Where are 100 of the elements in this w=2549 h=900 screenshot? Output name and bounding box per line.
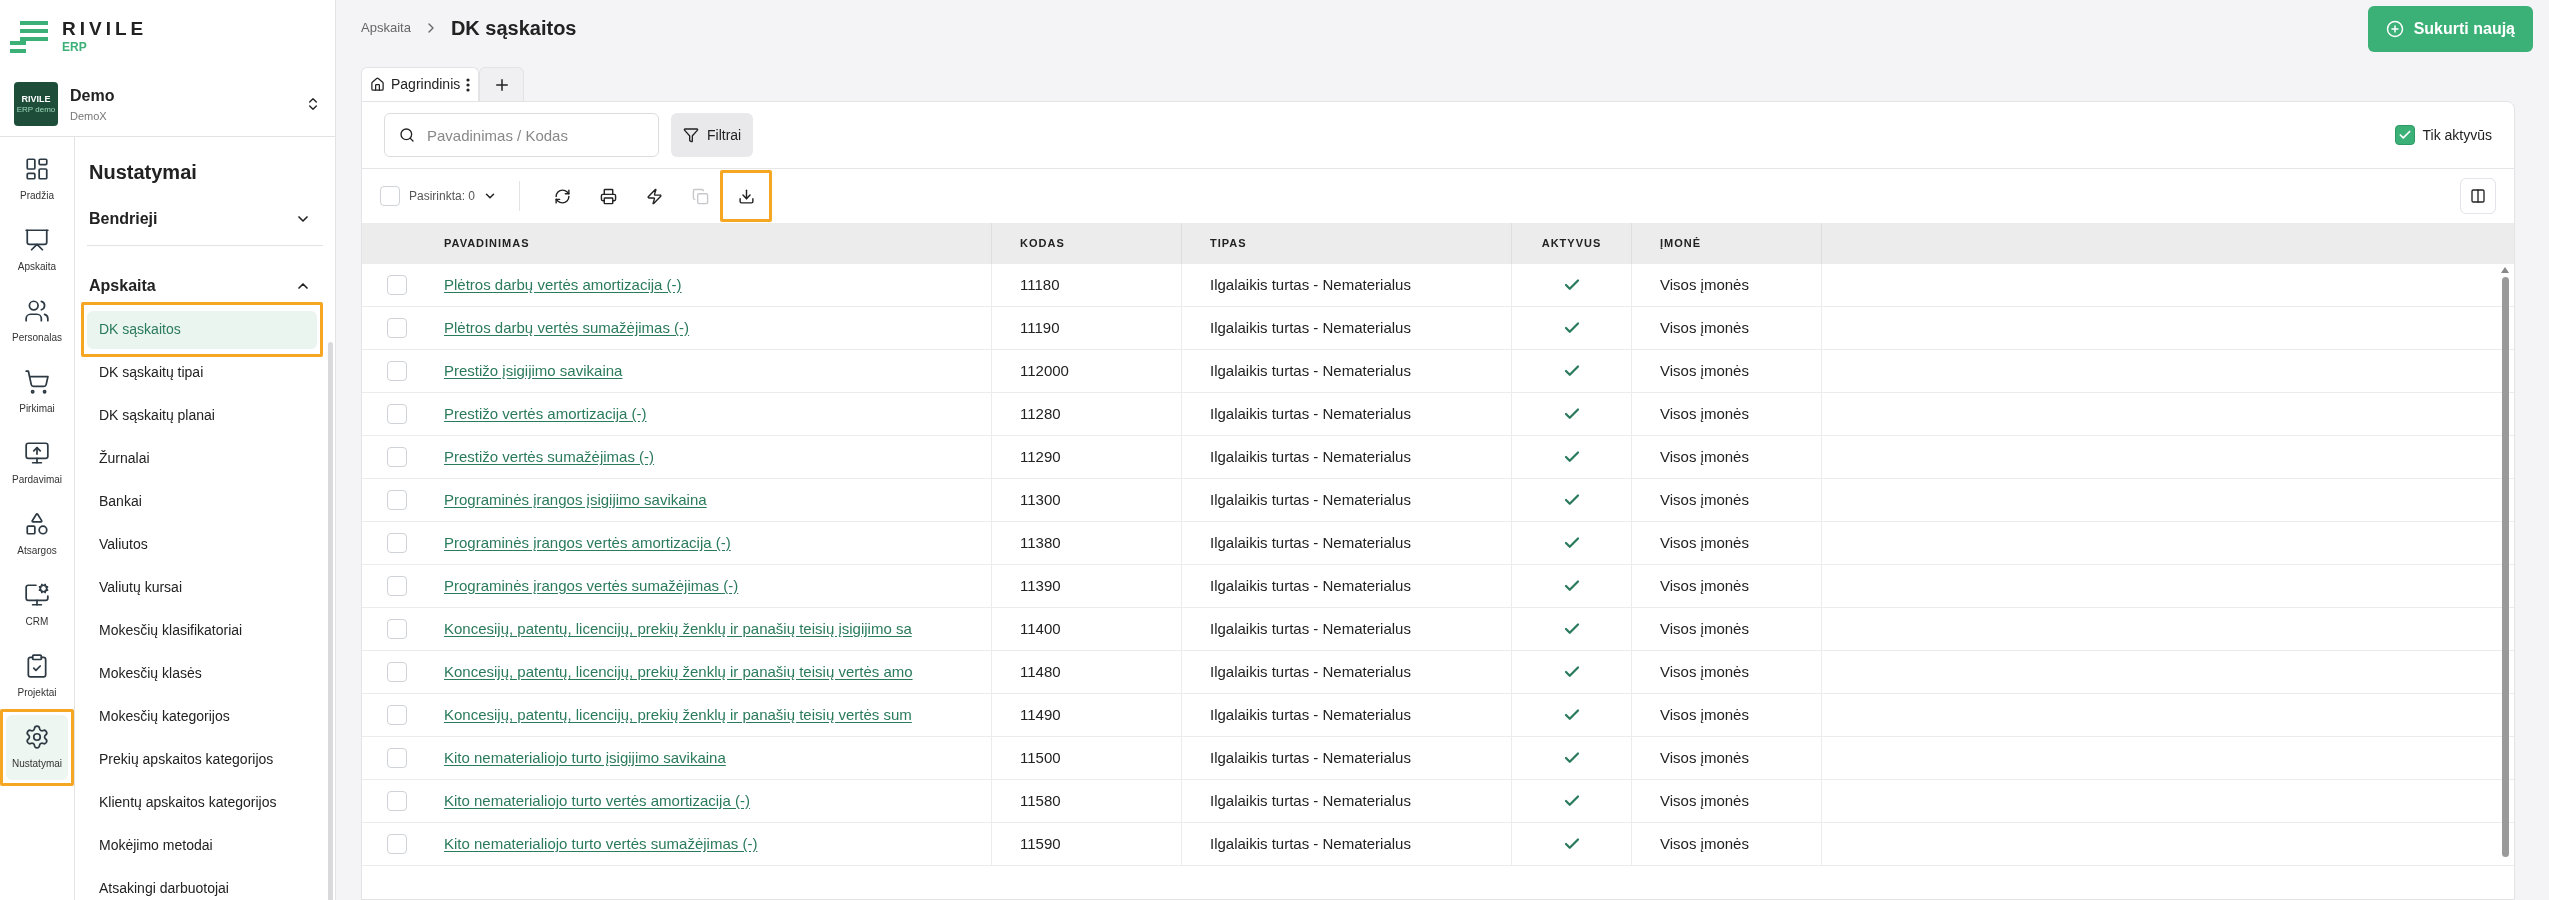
checkbox[interactable] <box>2394 125 2415 145</box>
account-link[interactable]: Prestižo įsigijimo savikaina <box>444 359 623 383</box>
checkbox[interactable] <box>387 490 407 510</box>
account-link[interactable]: Plėtros darbų vertės sumažėjimas (-) <box>444 316 690 340</box>
checkbox[interactable] <box>387 447 407 467</box>
nav-rail-item[interactable]: Atsargos <box>6 502 68 567</box>
submenu-item[interactable]: Mokesčių klasės <box>87 654 317 693</box>
table-cell: Visos įmonės <box>1632 823 1822 865</box>
submenu-item[interactable]: DK sąskaitų planai <box>87 396 317 435</box>
table-cell: Ilgalaikis turtas - Nematerialus <box>1182 436 1512 478</box>
account-link[interactable]: Kito nematerialiojo turto įsigijimo savikaina <box>444 746 726 770</box>
cart-icon <box>24 369 50 395</box>
table-cell: Visos įmonės <box>1632 393 1822 435</box>
checkbox[interactable] <box>387 361 407 381</box>
column-header[interactable]: ĮMONĖ <box>1632 223 1822 264</box>
table-cell: 11180 <box>992 264 1182 306</box>
table-cell: Visos įmonės <box>1632 350 1822 392</box>
search-icon <box>399 127 415 143</box>
submenu-item[interactable]: Mokesčių kategorijos <box>87 697 317 736</box>
submenu-item[interactable]: Klientų apskaitos kategorijos <box>87 783 317 822</box>
account-link[interactable]: Koncesijų, patentų, licencijų, prekių ženklų ir panašių teisių vertės amo <box>444 660 913 684</box>
nav-rail-item[interactable]: Personalas <box>6 289 68 354</box>
lightning-icon <box>645 187 663 205</box>
checkbox[interactable] <box>387 705 407 725</box>
submenu-item[interactable]: Prekių apskaitos kategorijos <box>87 740 317 779</box>
checkbox[interactable] <box>387 533 407 553</box>
submenu-item[interactable]: Mokesčių klasifikatoriai <box>87 611 317 650</box>
filter-icon <box>683 127 699 143</box>
table-cell: 11390 <box>992 565 1182 607</box>
account-link[interactable]: Kito nematerialiojo turto vertės sumažėjimas (-) <box>444 832 758 856</box>
checkbox[interactable] <box>387 275 407 295</box>
column-header[interactable]: AKTYVUS <box>1512 223 1632 264</box>
column-header[interactable]: PAVADINIMAS <box>432 223 992 264</box>
submenu-section[interactable]: Apskaita <box>87 264 323 308</box>
table-cell: 11190 <box>992 307 1182 349</box>
account-link[interactable]: Programinės įrangos vertės sumažėjimas (-) <box>444 574 739 598</box>
more-icon <box>466 77 471 92</box>
checkbox[interactable] <box>387 404 407 424</box>
table-cell: 11500 <box>992 737 1182 779</box>
account-link[interactable]: Programinės įrangos įsigijimo savikaina <box>444 488 707 512</box>
submenu-item[interactable]: Valiutos <box>87 525 317 564</box>
scrollbar[interactable] <box>328 342 333 900</box>
nav-rail-item[interactable]: Projektai <box>6 644 68 709</box>
nav-rail-item[interactable]: Nustatymai <box>6 715 68 780</box>
nav-rail-item[interactable]: Apskaita <box>6 218 68 283</box>
submenu-item[interactable]: Bankai <box>87 482 317 521</box>
printer-icon <box>599 187 617 205</box>
settings-icon <box>24 724 50 750</box>
account-link[interactable]: Plėtros darbų vertės amortizacija (-) <box>444 273 682 297</box>
columns-icon <box>2470 188 2486 204</box>
search-field[interactable]: Pavadinimas / Kodas <box>384 113 659 157</box>
table-cell: Visos įmonės <box>1632 780 1822 822</box>
table-cell: 11580 <box>992 780 1182 822</box>
table-cell: Ilgalaikis turtas - Nematerialus <box>1182 350 1512 392</box>
checkbox[interactable] <box>387 619 407 639</box>
columns-button[interactable] <box>2460 178 2496 214</box>
nav-rail-item[interactable]: CRM <box>6 573 68 638</box>
submenu-item[interactable]: Mokėjimo metodai <box>87 826 317 865</box>
account-link[interactable]: Programinės įrangos vertės amortizacija (-) <box>444 531 731 555</box>
add-tab-button[interactable] <box>479 67 525 101</box>
check-icon <box>2397 128 2412 142</box>
account-link[interactable]: Prestižo vertės amortizacija (-) <box>444 402 647 426</box>
copy-icon <box>691 187 709 205</box>
submenu-item[interactable]: Žurnalai <box>87 439 317 478</box>
submenu-section[interactable]: Bendrieji <box>87 197 323 241</box>
scrollbar[interactable] <box>2500 267 2510 857</box>
table-cell: 11380 <box>992 522 1182 564</box>
breadcrumb-link[interactable]: Apskaita <box>361 17 411 38</box>
submenu-item[interactable]: Atsakingi darbuotojai <box>87 869 317 900</box>
submenu-item[interactable]: Valiutų kursai <box>87 568 317 607</box>
checkbox[interactable] <box>387 791 407 811</box>
tab[interactable]: Pagrindinis <box>361 67 480 101</box>
checkbox[interactable] <box>387 748 407 768</box>
checkbox[interactable] <box>387 576 407 596</box>
table-cell: Ilgalaikis turtas - Nematerialus <box>1182 780 1512 822</box>
table-cell: 11300 <box>992 479 1182 521</box>
submenu-item[interactable]: DK sąskaitų tipai <box>87 353 317 392</box>
checkbox[interactable] <box>380 186 400 206</box>
account-link[interactable]: Kito nematerialiojo turto vertės amortizacija (-) <box>444 789 750 813</box>
dashboard-icon <box>24 156 50 182</box>
nav-rail-item[interactable]: Pirkimai <box>6 360 68 425</box>
table-cell: Ilgalaikis turtas - Nematerialus <box>1182 608 1512 650</box>
account-link[interactable]: Prestižo vertės sumažėjimas (-) <box>444 445 655 469</box>
filter-button[interactable]: Filtrai <box>671 113 754 157</box>
nav-rail-item[interactable]: Pradžia <box>6 147 68 212</box>
checkbox[interactable] <box>387 662 407 682</box>
column-header[interactable]: KODAS <box>992 223 1182 264</box>
chart-board-icon <box>24 227 50 253</box>
account-link[interactable]: Koncesijų, patentų, licencijų, prekių ženklų ir panašių teisių vertės sum <box>444 703 912 727</box>
refresh-icon <box>553 187 571 205</box>
table-cell: 11280 <box>992 393 1182 435</box>
selection-dropdown[interactable]: Pasirinkta: 0 <box>409 187 498 205</box>
home-icon <box>370 77 385 92</box>
account-link[interactable]: Koncesijų, patentų, licencijų, prekių ženklų ir panašių teisių įsigijimo sa <box>444 617 912 641</box>
checkbox[interactable] <box>387 318 407 338</box>
table-cell: Ilgalaikis turtas - Nematerialus <box>1182 823 1512 865</box>
nav-rail-item[interactable]: Pardavimai <box>6 431 68 496</box>
checkbox[interactable] <box>387 834 407 854</box>
submenu-item[interactable]: DK sąskaitos <box>87 310 317 349</box>
column-header[interactable]: TIPAS <box>1182 223 1512 264</box>
